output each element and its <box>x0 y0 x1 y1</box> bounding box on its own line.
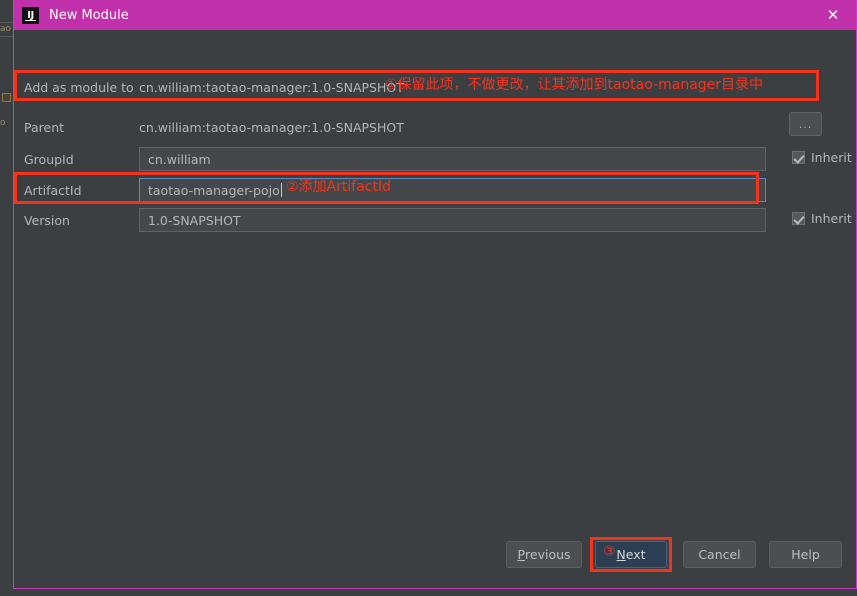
version-label: Version <box>24 212 70 228</box>
previous-mnemonic: P <box>517 547 526 562</box>
group-id-inherit-checkbox[interactable]: Inherit <box>792 150 852 165</box>
row-add-as-module: Add as module to cn.william:taotao-manag… <box>14 72 856 102</box>
bg-text-fragment: o <box>0 118 6 128</box>
dialog-title: New Module <box>49 7 129 23</box>
intellij-logo-icon: IJ <box>22 6 39 24</box>
bg-divider <box>0 36 14 37</box>
add-as-module-value[interactable]: cn.william:taotao-manager:1.0-SNAPSHOT <box>139 80 404 95</box>
dialog-titlebar: IJ New Module ✕ <box>14 0 856 30</box>
add-as-module-label: Add as module to <box>24 79 134 95</box>
new-module-dialog: IJ New Module ✕ Add as module to cn.will… <box>13 0 857 589</box>
help-button[interactable]: Help <box>769 541 842 568</box>
version-inherit-label: Inherit <box>811 211 852 226</box>
text-caret <box>280 183 282 197</box>
group-id-value: cn.william <box>148 151 211 167</box>
next-label-rest: ext <box>625 547 646 562</box>
checkbox-box-checked <box>792 212 805 225</box>
version-value: 1.0-SNAPSHOT <box>148 212 241 228</box>
bg-folder-icon <box>2 93 11 102</box>
dialog-body: Add as module to cn.william:taotao-manag… <box>14 30 856 588</box>
artifact-id-input[interactable]: taotao-manager-pojo <box>139 178 766 202</box>
previous-label-rest: revious <box>525 547 571 562</box>
parent-value: cn.william:taotao-manager:1.0-SNAPSHOT <box>139 119 404 135</box>
previous-button[interactable]: Previous <box>506 541 582 568</box>
version-inherit-checkbox[interactable]: Inherit <box>792 211 852 226</box>
checkbox-box-checked <box>792 151 805 164</box>
next-button[interactable]: Next <box>595 541 667 568</box>
artifact-id-label: ArtifactId <box>24 182 82 198</box>
row-parent: Parent cn.william:taotao-manager:1.0-SNA… <box>14 112 856 142</box>
row-group-id: GroupId cn.william <box>14 144 856 174</box>
version-input[interactable]: 1.0-SNAPSHOT <box>139 208 766 232</box>
bg-divider <box>0 22 14 23</box>
browse-button[interactable]: ... <box>789 112 822 136</box>
bg-text-fragment: ao <box>0 24 12 34</box>
cancel-button[interactable]: Cancel <box>683 541 756 568</box>
row-version: Version 1.0-SNAPSHOT <box>14 205 856 235</box>
background-ide-strip: ao o <box>0 0 14 596</box>
group-id-label: GroupId <box>24 151 74 167</box>
row-artifact-id: ArtifactId taotao-manager-pojo <box>14 175 856 205</box>
next-mnemonic: N <box>616 547 626 562</box>
group-id-input[interactable]: cn.william <box>139 147 766 171</box>
close-icon[interactable]: ✕ <box>810 0 856 30</box>
parent-label: Parent <box>24 119 65 135</box>
group-id-inherit-label: Inherit <box>811 150 852 165</box>
artifact-id-value: taotao-manager-pojo <box>148 182 280 198</box>
